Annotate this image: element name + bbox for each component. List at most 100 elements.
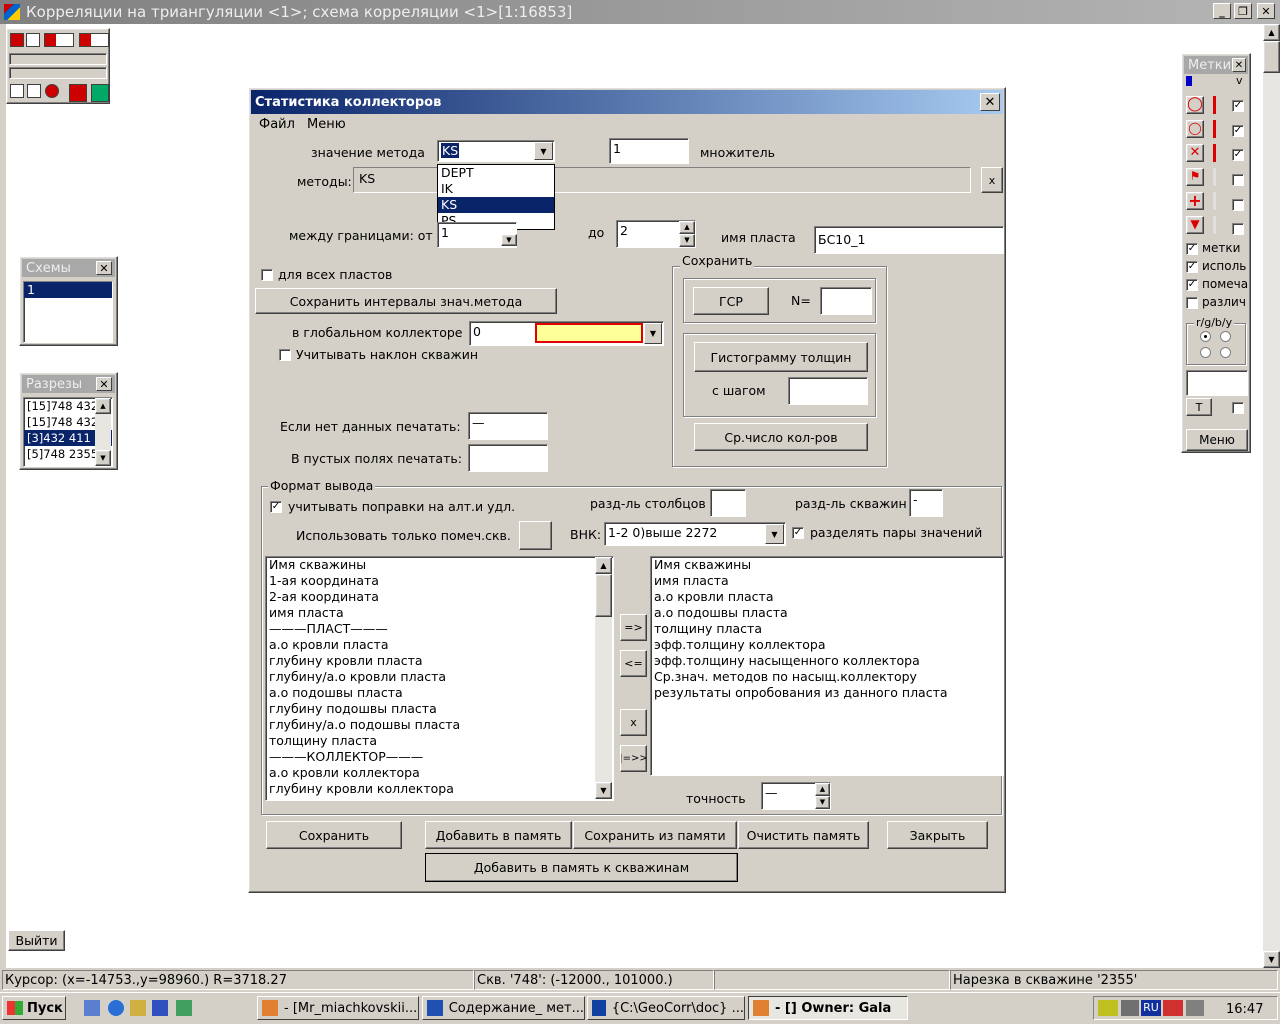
precision-spin-up-icon[interactable]: ▲ — [815, 783, 830, 796]
scroll-down-icon[interactable]: ▼ — [595, 782, 612, 799]
list-item[interactable]: эфф.толщину коллектора — [651, 637, 1003, 653]
marks-close-icon[interactable]: ✕ — [1232, 58, 1246, 72]
scroll-up-icon[interactable]: ▲ — [95, 398, 111, 414]
corrections-checkbox[interactable]: ✓ — [270, 501, 282, 513]
exit-button[interactable]: Выйти — [8, 930, 65, 951]
schemes-list[interactable]: 1 — [23, 281, 113, 343]
scroll-up-icon[interactable]: ▲ — [595, 557, 612, 574]
taskbar-item[interactable]: - [Mr_miachkovskii... — [257, 996, 419, 1020]
marks-text-field[interactable] — [1186, 370, 1248, 396]
all-layers-checkbox[interactable] — [261, 269, 273, 281]
t-button[interactable]: T — [1186, 398, 1212, 416]
list-item[interactable]: результаты опробования из данного пласта — [651, 685, 1003, 701]
circle-mark-icon[interactable]: ◯ — [1186, 96, 1204, 114]
list-item[interactable]: 1-ая координата — [266, 573, 613, 589]
quicklaunch-icon-5[interactable] — [176, 1000, 192, 1016]
mark-checkbox[interactable] — [1232, 223, 1244, 235]
close-button[interactable]: Закрыть — [887, 821, 988, 849]
ie-icon[interactable] — [108, 1000, 124, 1016]
dropdown-option-selected[interactable]: KS — [438, 197, 554, 213]
taskbar-item-active[interactable]: - [] Owner: Gala — [748, 996, 908, 1020]
tray-network-icon[interactable] — [1121, 1000, 1139, 1016]
tray-volume-icon[interactable] — [1186, 1000, 1204, 1016]
list-item[interactable]: а.о кровли пласта — [651, 589, 1003, 605]
menu-file[interactable]: Файл — [259, 117, 295, 132]
mark-checkbox[interactable]: ✓ — [1232, 100, 1244, 112]
move-all-button[interactable]: |=>> — [620, 745, 647, 772]
mark-flag-checkbox[interactable]: ✓ — [1186, 279, 1198, 291]
only-marked-toggle[interactable] — [519, 521, 552, 550]
marks-checkbox[interactable]: ✓ — [1186, 243, 1198, 255]
multiplier-field[interactable]: 1 — [609, 138, 689, 164]
mark-checkbox[interactable]: ✓ — [1232, 149, 1244, 161]
move-right-button[interactable]: => — [620, 614, 647, 641]
list-item[interactable]: глубину подошвы пласта — [266, 701, 613, 717]
save-from-memory-button[interactable]: Сохранить из памяти — [573, 821, 737, 849]
list-item[interactable]: глубину/а.о кровли пласта — [266, 669, 613, 685]
list-item[interactable]: Имя скважины — [266, 557, 613, 573]
mark-checkbox[interactable]: ✓ — [1232, 125, 1244, 137]
save-button[interactable]: Сохранить — [266, 821, 402, 849]
stop-tool-icon[interactable] — [45, 84, 59, 98]
available-fields-list[interactable]: Имя скважины 1-ая координата 2-ая координа… — [265, 556, 614, 801]
list-item[interactable]: 2-ая координата — [266, 589, 613, 605]
list-item[interactable]: толщину пласта — [266, 733, 613, 749]
taskbar-item[interactable]: Содержание_ мет... — [422, 996, 585, 1020]
pan-tool-icon[interactable] — [44, 33, 74, 47]
sections-close-icon[interactable]: ✕ — [96, 377, 112, 391]
sections-list[interactable]: [15]748 432 [15]748 432 [3]432 411 [5]74… — [23, 397, 113, 467]
list-item[interactable]: а.о кровли коллектора — [266, 765, 613, 781]
sections-scrollbar[interactable]: ▲ ▼ — [95, 398, 111, 466]
cross-mark-icon[interactable]: ✕ — [1186, 144, 1204, 162]
quicklaunch-icon-4[interactable] — [152, 1000, 168, 1016]
plus-mark-icon[interactable]: + — [1186, 192, 1204, 210]
from-spin-down-icon[interactable]: ▼ — [501, 234, 517, 246]
list-item[interactable]: а.о подошвы пласта — [651, 605, 1003, 621]
gsr-button[interactable]: ГСР — [693, 287, 769, 315]
dialog-close-icon[interactable]: ✕ — [980, 93, 1000, 111]
triangle-mark-icon[interactable]: ▼ — [1186, 216, 1204, 234]
scroll-thumb[interactable] — [595, 574, 612, 617]
selected-fields-list[interactable]: Имя скважины имя пласта а.о кровли пласта а… — [650, 556, 1004, 776]
list-item[interactable]: а.о кровли пласта — [266, 637, 613, 653]
list-item[interactable]: имя пласта — [651, 573, 1003, 589]
rect-tool-icon[interactable] — [26, 33, 40, 47]
tray-tool-icon[interactable] — [1098, 1000, 1118, 1016]
list-item[interactable]: глубину кровли коллектора — [266, 781, 613, 797]
precision-spin-down-icon[interactable]: ▼ — [815, 796, 830, 809]
t-checkbox[interactable] — [1232, 402, 1244, 414]
scroll-down-icon[interactable]: ▼ — [1263, 951, 1280, 968]
close-window-icon[interactable]: ✕ — [1257, 3, 1275, 19]
list-item[interactable]: ———КОЛЛЕКТОР——— — [266, 749, 613, 765]
incline-checkbox[interactable] — [279, 349, 291, 361]
close-tool-icon[interactable] — [10, 84, 24, 98]
quicklaunch-icon-3[interactable] — [130, 1000, 146, 1016]
rgb-radio-b[interactable] — [1200, 347, 1211, 358]
list-item[interactable]: Имя скважины — [651, 557, 1003, 573]
well-sep-field[interactable]: - — [909, 489, 943, 517]
map-tool-icon[interactable] — [91, 84, 109, 102]
remove-button[interactable]: x — [620, 709, 647, 736]
histogram-button[interactable]: Гистограмму толщин — [694, 342, 868, 372]
list-item[interactable]: Ср.знач. методов по насыщ.коллектору — [651, 669, 1003, 685]
zoom-tool-icon[interactable] — [79, 33, 109, 47]
scroll-down-icon[interactable]: ▼ — [95, 450, 111, 466]
use-checkbox[interactable]: ✓ — [1186, 261, 1198, 273]
avg-collectors-button[interactable]: Ср.число кол-ров — [694, 423, 868, 451]
circle-small-mark-icon[interactable]: ◯ — [1186, 120, 1204, 138]
rgb-radio-y[interactable] — [1220, 347, 1231, 358]
rgb-radio-g[interactable] — [1220, 331, 1231, 342]
select-tool-icon[interactable] — [10, 33, 24, 47]
list-item[interactable]: а.о подошвы пласта — [266, 685, 613, 701]
add-memory-button[interactable]: Добавить в память — [425, 821, 572, 849]
no-data-field[interactable]: — — [468, 412, 548, 440]
to-spin-down-icon[interactable]: ▼ — [679, 234, 695, 247]
move-tool-icon[interactable] — [69, 84, 87, 102]
to-spin-up-icon[interactable]: ▲ — [679, 221, 695, 234]
move-left-button[interactable]: <= — [620, 650, 647, 677]
taskbar-item[interactable]: {C:\GeoCorr\doc} ... — [587, 996, 745, 1020]
method-dropdown-list[interactable]: DEPT IK KS PS — [437, 164, 555, 230]
list-item[interactable]: эфф.толщину насыщенного коллектора — [651, 653, 1003, 669]
available-fields-scrollbar[interactable]: ▲ ▼ — [595, 557, 612, 799]
list-item[interactable]: 1 — [24, 282, 112, 298]
